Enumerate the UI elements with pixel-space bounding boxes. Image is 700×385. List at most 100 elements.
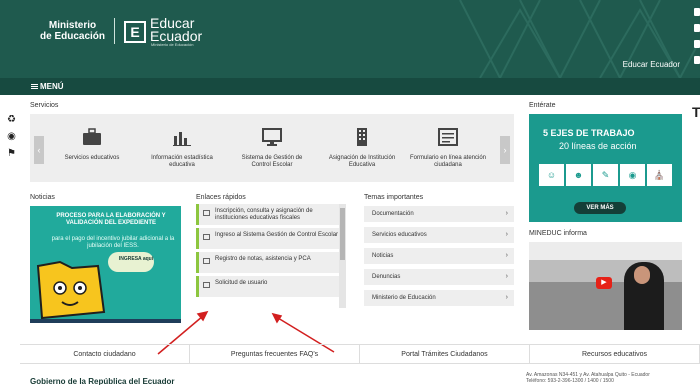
- quick-link-label: Registro de notas, asistencia y PCA: [215, 256, 311, 262]
- logo-divider: [114, 18, 115, 44]
- service-item[interactable]: Asignación de Institución Educativa: [322, 128, 402, 169]
- presenter-face: [634, 266, 650, 284]
- service-label: Sistema de Gestión de Control Escolar: [241, 155, 303, 168]
- globe-icon: ◉: [620, 164, 645, 186]
- flickr-icon[interactable]: [694, 56, 700, 64]
- document-icon: [203, 210, 210, 216]
- banner-subheadline: 20 líneas de acción: [559, 141, 637, 151]
- quick-link[interactable]: Ingreso al Sistema Gestión de Control Es…: [196, 228, 346, 249]
- eye-icon[interactable]: ◉: [6, 131, 17, 142]
- hamburger-icon: [31, 83, 38, 90]
- topic-item[interactable]: Noticias ›: [364, 248, 514, 264]
- twitter-icon[interactable]: [694, 8, 700, 16]
- topic-label: Denuncias: [372, 274, 401, 280]
- temas-title: Temas importantes: [364, 194, 424, 201]
- service-label: Asignación de Institución Educativa: [328, 155, 396, 168]
- chevron-right-icon: ›: [505, 231, 508, 238]
- ver-mas-button[interactable]: VER MÁS: [574, 202, 626, 214]
- banner-headline: 5 EJES DE TRABAJO: [543, 128, 635, 138]
- mineduc-video[interactable]: ▶: [529, 242, 682, 330]
- recursos-link[interactable]: Recursos educativos: [530, 345, 700, 363]
- add-user-icon: [203, 282, 210, 288]
- mineduc-title: MINEDUC informa: [529, 230, 587, 237]
- quick-links-list: Inscripción, consulta y asignación de in…: [196, 204, 346, 310]
- carousel-prev-icon[interactable]: ‹: [34, 136, 44, 164]
- topic-item[interactable]: Documentación ›: [364, 206, 514, 222]
- accessibility-icon[interactable]: ♻: [6, 114, 17, 125]
- chevron-right-icon: ›: [505, 294, 508, 301]
- service-item[interactable]: Sistema de Gestión de Control Escolar: [232, 128, 312, 169]
- menu-button[interactable]: MENÚ: [31, 82, 64, 91]
- youtube-icon[interactable]: [694, 40, 700, 48]
- youtube-play-icon[interactable]: ▶: [596, 277, 612, 289]
- quick-link-label: Inscripción, consulta y asignación de in…: [215, 208, 313, 221]
- topic-label: Noticias: [372, 253, 394, 259]
- service-item[interactable]: Información estadística educativa: [142, 128, 222, 169]
- service-label: Servicios educativos: [64, 155, 120, 161]
- group-icon: ☻: [566, 164, 591, 186]
- noticias-title: Noticias: [30, 194, 55, 201]
- building-icon: [357, 128, 367, 146]
- enlaces-title: Enlaces rápidos: [196, 194, 246, 201]
- service-item[interactable]: Servicios educativos: [52, 128, 132, 162]
- text-size-icon[interactable]: T: [692, 104, 700, 120]
- school-icon: ⛪: [647, 164, 672, 186]
- quick-link-label: Solicitud de usuario: [215, 280, 268, 286]
- chevron-right-icon: ›: [505, 210, 508, 217]
- service-label: Información estadística educativa: [151, 155, 213, 168]
- brand-tagline: Ministerio de Educación: [151, 42, 194, 47]
- important-topics-list: Documentación › Servicios educativos › Not…: [364, 206, 514, 311]
- ministry-line-1: Ministerio: [48, 20, 97, 31]
- student-icon: ☺: [539, 164, 564, 186]
- noticias-banner[interactable]: PROCESO PARA LA ELABORACIÓN Y VALIDACIÓN…: [30, 206, 181, 323]
- quick-link[interactable]: Registro de notas, asistencia y PCA: [196, 252, 346, 273]
- chevron-right-icon: ›: [505, 273, 508, 280]
- menu-label: MENÚ: [40, 82, 64, 91]
- ministry-logo[interactable]: Ministerio de Educación: [40, 20, 105, 42]
- bar-chart-icon: [173, 132, 191, 146]
- carousel-next-icon[interactable]: ›: [500, 136, 510, 164]
- laptop-icon: [203, 234, 210, 240]
- services-carousel: ‹ › Servicios educativos Información est…: [30, 114, 514, 182]
- enterate-banner[interactable]: 5 EJES DE TRABAJO 20 líneas de acción ☺ …: [529, 114, 682, 222]
- servicios-title: Servicios: [30, 102, 59, 109]
- topic-label: Documentación: [372, 211, 414, 217]
- form-icon: [438, 128, 458, 146]
- footer-address: Av. Amazonas N34-451 y Av. Atahualpa Qui…: [526, 372, 650, 384]
- faq-link[interactable]: Preguntas frecuentes FAQ's: [190, 345, 360, 363]
- tramites-link[interactable]: Portal Trámites Ciudadanos: [360, 345, 530, 363]
- footer-phone-line: Teléfono: 593-2-396-1300 / 1400 / 1500: [526, 378, 614, 384]
- monitor-icon: [262, 128, 282, 146]
- service-label: Formulario en línea atención ciudadana: [409, 155, 487, 168]
- topic-label: Servicios educativos: [372, 232, 427, 238]
- topic-label: Ministerio de Educación: [372, 295, 436, 301]
- quick-links-scrollbar[interactable]: [339, 204, 346, 308]
- axes-icons: ☺ ☻ ✎ ◉ ⛪: [539, 164, 672, 186]
- bottom-links: Contacto ciudadano Preguntas frecuentes …: [20, 344, 700, 364]
- topic-item[interactable]: Ministerio de Educación ›: [364, 290, 514, 306]
- educar-logo-icon[interactable]: E: [124, 21, 146, 43]
- flag-icon[interactable]: ⚑: [6, 148, 17, 159]
- accessibility-tools: ♻ ◉ ⚑: [6, 114, 18, 165]
- contacto-link[interactable]: Contacto ciudadano: [20, 345, 190, 363]
- footer-title[interactable]: Gobierno de la República del Ecuador: [30, 377, 174, 385]
- quick-link-label: Ingreso al Sistema Gestión de Control Es…: [215, 232, 339, 238]
- educar-ecuador-link[interactable]: Educar Ecuador: [623, 60, 680, 69]
- ingresa-aqui-button[interactable]: INGRESA aquí: [116, 256, 156, 262]
- service-item[interactable]: Formulario en línea atención ciudadana: [408, 128, 488, 169]
- noticias-banner-title: PROCESO PARA LA ELABORACIÓN Y VALIDACIÓN…: [56, 213, 166, 226]
- facebook-icon[interactable]: [694, 24, 700, 32]
- topic-item[interactable]: Denuncias ›: [364, 269, 514, 285]
- save-icon: [203, 258, 210, 264]
- folder-character-image: [36, 252, 154, 319]
- briefcase-icon: [83, 128, 101, 145]
- quick-link[interactable]: Inscripción, consulta y asignación de in…: [196, 204, 346, 225]
- teacher-icon: ✎: [593, 164, 618, 186]
- enterate-title: Entérate: [529, 102, 556, 109]
- educar-ecuador-logo[interactable]: Educar Ecuador: [150, 16, 202, 43]
- quick-link[interactable]: Solicitud de usuario: [196, 276, 346, 297]
- menu-bar: MENÚ: [0, 78, 700, 95]
- ministry-line-2: de Educación: [40, 31, 106, 42]
- topic-item[interactable]: Servicios educativos ›: [364, 227, 514, 243]
- chevron-right-icon: ›: [505, 252, 508, 259]
